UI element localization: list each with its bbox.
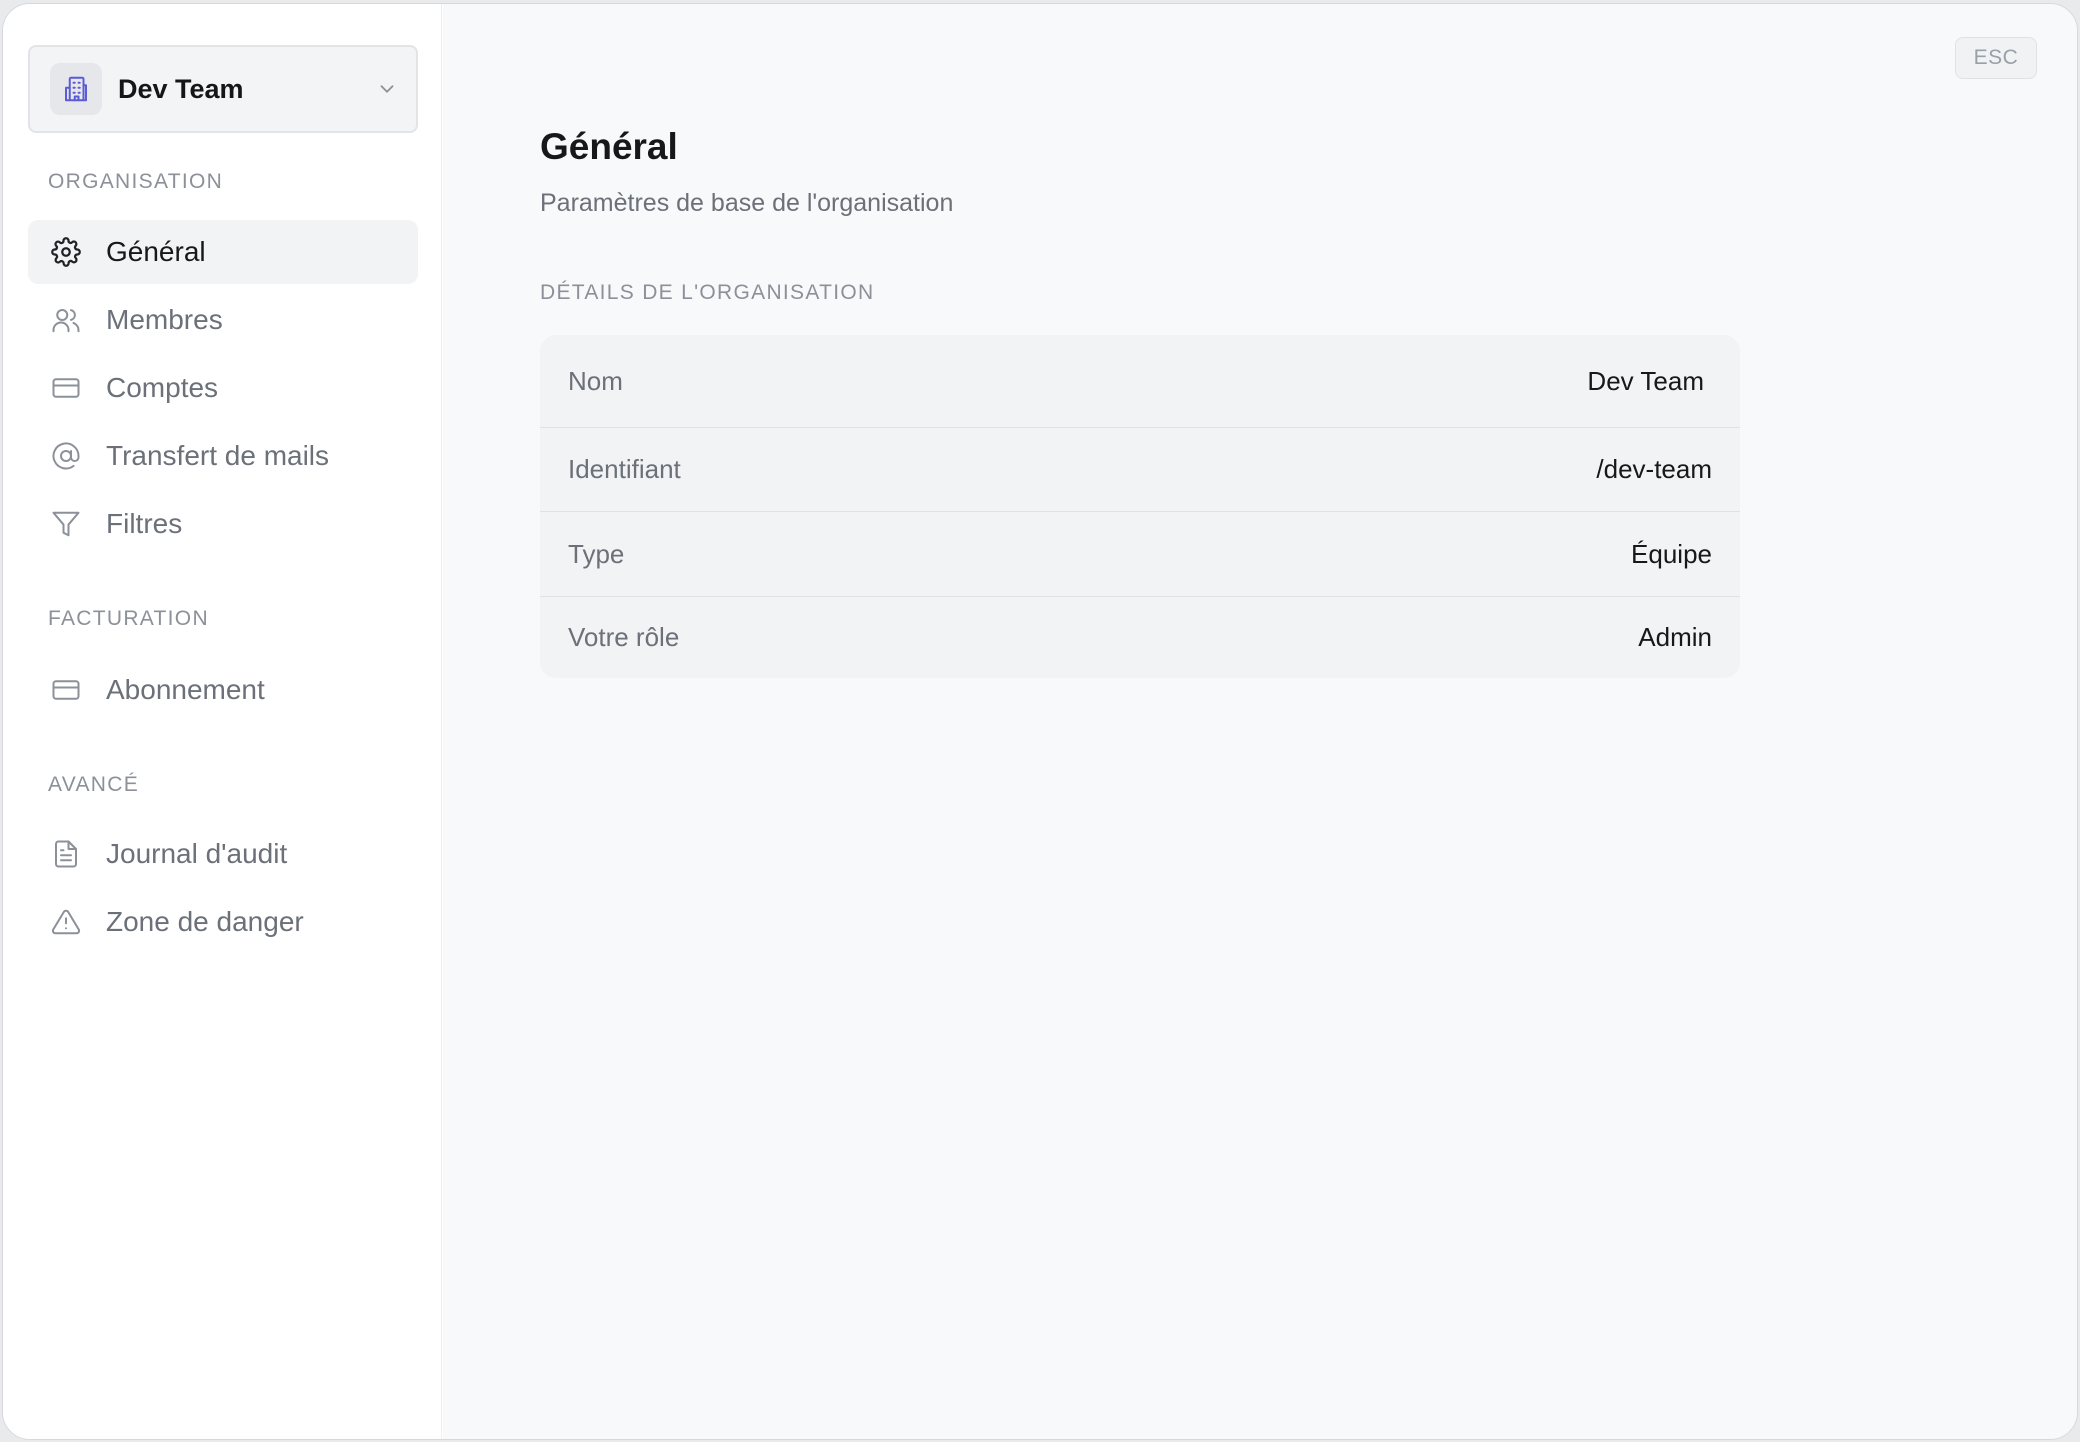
details-section-label: DÉTAILS DE L'ORGANISATION [540,281,875,304]
sidebar: Dev Team ORGANISATION Général Membres Co… [3,4,442,1439]
sidebar-item-membres[interactable]: Membres [28,288,418,352]
org-switcher[interactable]: Dev Team [28,45,418,133]
page-title: Général [540,126,678,167]
chevron-down-icon [380,85,394,93]
detail-row-identifiant: Identifiant /dev-team [540,427,1740,511]
section-label-facturation: FACTURATION [48,607,209,630]
detail-key: Identifiant [568,454,681,484]
sidebar-item-label: Journal d'audit [106,838,288,869]
detail-value: Équipe [1631,538,1712,569]
file-text-icon [50,838,82,870]
warning-icon [50,906,82,938]
settings-window: Dev Team ORGANISATION Général Membres Co… [2,3,2078,1440]
detail-row-role: Votre rôle Admin [540,596,1740,678]
page-subtitle: Paramètres de base de l'organisation [540,189,954,217]
sidebar-item-general[interactable]: Général [28,220,418,284]
detail-key: Type [568,538,625,569]
sidebar-item-label: Zone de danger [106,906,304,937]
esc-button[interactable]: ESC [1955,37,2037,79]
main-panel: ESC Général Paramètres de base de l'orga… [443,4,2077,1439]
sidebar-item-label: Membres [106,304,223,335]
sidebar-item-label: Abonnement [106,674,265,705]
detail-row-nom: Nom Dev Team [540,335,1740,427]
sidebar-item-label: Filtres [106,508,183,539]
credit-card-icon [50,674,82,706]
detail-key: Votre rôle [568,622,680,652]
credit-card-icon [50,372,82,404]
sidebar-item-zone-de-danger[interactable]: Zone de danger [28,890,418,954]
sidebar-item-journal-d-audit[interactable]: Journal d'audit [28,822,418,886]
sidebar-item-label: Transfert de mails [106,440,330,471]
users-icon [50,304,82,336]
org-name: Dev Team [118,73,244,104]
sidebar-item-filtres[interactable]: Filtres [28,492,418,556]
detail-row-type: Type Équipe [540,511,1740,596]
detail-value: /dev-team [1596,454,1712,484]
filter-icon [50,508,82,540]
sidebar-item-label: Comptes [106,372,219,403]
section-label-organisation: ORGANISATION [48,170,224,193]
sidebar-item-transfert-de-mails[interactable]: Transfert de mails [28,424,418,488]
section-label-avance: AVANCÉ [48,773,140,796]
org-details-card: Nom Dev Team Identifiant /dev-team Type … [540,335,1740,678]
gear-icon [50,236,82,268]
at-sign-icon [50,440,82,472]
sidebar-item-comptes[interactable]: Comptes [28,356,418,420]
sidebar-item-label: Général [106,236,206,267]
detail-key: Nom [568,365,623,396]
detail-value: Dev Team [1587,365,1704,396]
sidebar-item-abonnement[interactable]: Abonnement [28,658,418,722]
building-icon [50,63,102,115]
detail-value: Admin [1638,622,1712,652]
